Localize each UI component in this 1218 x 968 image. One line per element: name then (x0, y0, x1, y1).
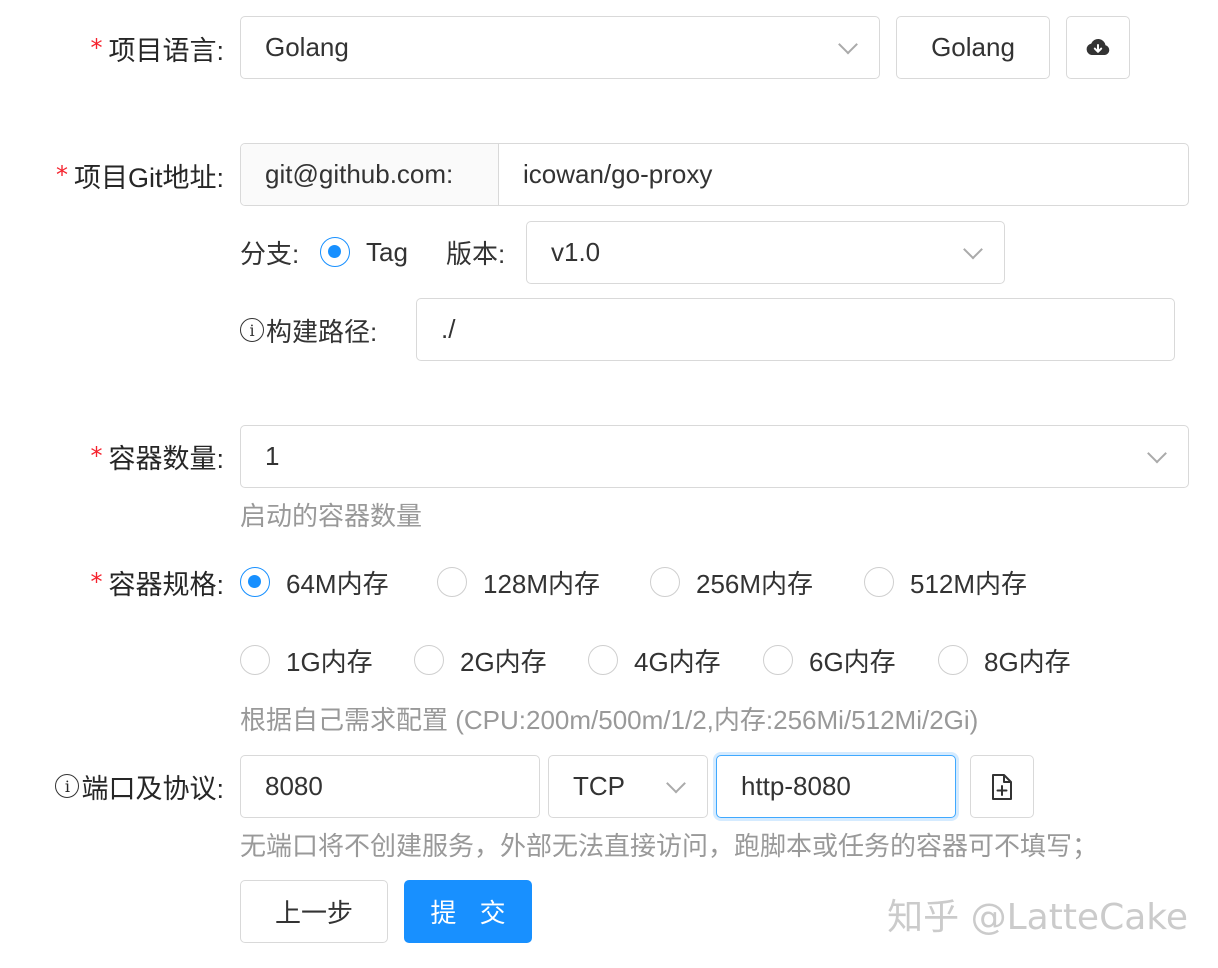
containers-label-text: 容器数量: (108, 443, 224, 474)
port-hint: 无端口将不创建服务，外部无法直接访问，跑脚本或任务的容器可不填写； (240, 831, 1099, 861)
radio-unchecked-icon (763, 645, 793, 675)
language-button[interactable]: Golang (896, 16, 1050, 79)
containers-select-value: 1 (265, 441, 280, 471)
spec-option-label: 4G内存 (634, 646, 721, 677)
branch-label: 分支: (240, 238, 300, 269)
build-path-input[interactable]: ./ (416, 298, 1175, 361)
spec-option-label: 6G内存 (809, 646, 896, 677)
radio-unchecked-icon (414, 645, 444, 675)
radio-unchecked-icon (864, 567, 894, 597)
radio-unchecked-icon (650, 567, 680, 597)
port-label: i 端口及协议: (55, 768, 224, 804)
radio-unchecked-icon (938, 645, 968, 675)
version-select[interactable]: v1.0 (526, 221, 1005, 284)
radio-checked-icon (240, 567, 270, 597)
spec-option-label: 128M内存 (483, 568, 601, 599)
branch-tag-label: Tag (366, 236, 408, 267)
spec-option-label: 2G内存 (460, 646, 547, 677)
spec-option-512m[interactable]: 512M内存 (864, 564, 1027, 600)
spec-option-64m[interactable]: 64M内存 (240, 564, 389, 600)
required-mark: * (90, 442, 103, 470)
required-mark: * (90, 34, 103, 62)
info-icon: i (55, 774, 80, 798)
port-input[interactable]: 8080 (240, 755, 540, 818)
spec-label: * 容器规格: (90, 564, 224, 600)
info-icon: i (240, 318, 264, 342)
chevron-down-icon (838, 34, 858, 54)
chevron-down-icon (963, 239, 983, 259)
containers-select[interactable]: 1 (240, 425, 1189, 488)
git-label-text: 项目Git地址: (73, 162, 224, 193)
watermark: 知乎 @LatteCake (887, 897, 1188, 938)
language-button-label: Golang (931, 32, 1015, 62)
cloud-download-button[interactable] (1066, 16, 1130, 79)
spec-label-text: 容器规格: (108, 569, 224, 600)
port-name-value: http-8080 (741, 771, 851, 801)
git-prefix: git@github.com: (241, 144, 499, 205)
language-select-value: Golang (265, 32, 349, 62)
radio-unchecked-icon (240, 645, 270, 675)
containers-hint: 启动的容器数量 (240, 501, 423, 531)
port-input-value: 8080 (265, 771, 323, 801)
spec-option-label: 256M内存 (696, 568, 814, 599)
submit-button[interactable]: 提 交 (404, 880, 532, 943)
spec-hint: 根据自己需求配置 (CPU:200m/500m/1/2,内存:256Mi/512… (240, 705, 979, 735)
radio-checked-icon (320, 237, 350, 267)
language-select[interactable]: Golang (240, 16, 880, 79)
git-label: * 项目Git地址: (56, 157, 224, 193)
cloud-download-icon (1086, 38, 1110, 55)
branch-tag-radio[interactable]: Tag (320, 234, 408, 270)
language-label: * 项目语言: (90, 30, 224, 66)
spec-option-6g[interactable]: 6G内存 (763, 642, 896, 678)
version-label: 版本: (446, 238, 506, 269)
spec-option-label: 512M内存 (910, 568, 1028, 599)
spec-option-1g[interactable]: 1G内存 (240, 642, 373, 678)
spec-option-label: 8G内存 (984, 646, 1071, 677)
radio-unchecked-icon (437, 567, 467, 597)
file-add-icon (992, 773, 1012, 800)
spec-option-4g[interactable]: 4G内存 (588, 642, 721, 678)
protocol-select[interactable]: TCP (548, 755, 708, 818)
version-select-value: v1.0 (551, 237, 601, 267)
prev-step-label: 上一步 (274, 898, 353, 928)
add-port-button[interactable] (970, 755, 1034, 818)
build-path-label-text: 构建路径: (266, 316, 378, 347)
required-mark: * (55, 161, 68, 189)
spec-option-label: 64M内存 (286, 568, 389, 599)
chevron-down-icon (1147, 443, 1167, 463)
spec-option-label: 1G内存 (286, 646, 373, 677)
spec-option-2g[interactable]: 2G内存 (414, 642, 547, 678)
git-address-input-group: git@github.com: icowan/go-proxy (240, 143, 1189, 206)
spec-option-8g[interactable]: 8G内存 (938, 642, 1071, 678)
spec-option-256m[interactable]: 256M内存 (650, 564, 813, 600)
submit-label: 提 交 (430, 898, 514, 928)
containers-label: * 容器数量: (90, 438, 224, 474)
spec-option-128m[interactable]: 128M内存 (437, 564, 600, 600)
git-repo-input[interactable]: icowan/go-proxy (499, 144, 1188, 205)
port-label-text: 端口及协议: (81, 773, 224, 804)
build-path-value: ./ (441, 314, 456, 344)
radio-unchecked-icon (588, 645, 618, 675)
build-path-label: i 构建路径: (240, 312, 377, 348)
chevron-down-icon (666, 773, 686, 793)
prev-step-button[interactable]: 上一步 (240, 880, 388, 943)
protocol-select-value: TCP (573, 771, 625, 801)
language-label-text: 项目语言: (108, 35, 224, 66)
port-name-input[interactable]: http-8080 (716, 755, 956, 818)
required-mark: * (90, 568, 103, 596)
